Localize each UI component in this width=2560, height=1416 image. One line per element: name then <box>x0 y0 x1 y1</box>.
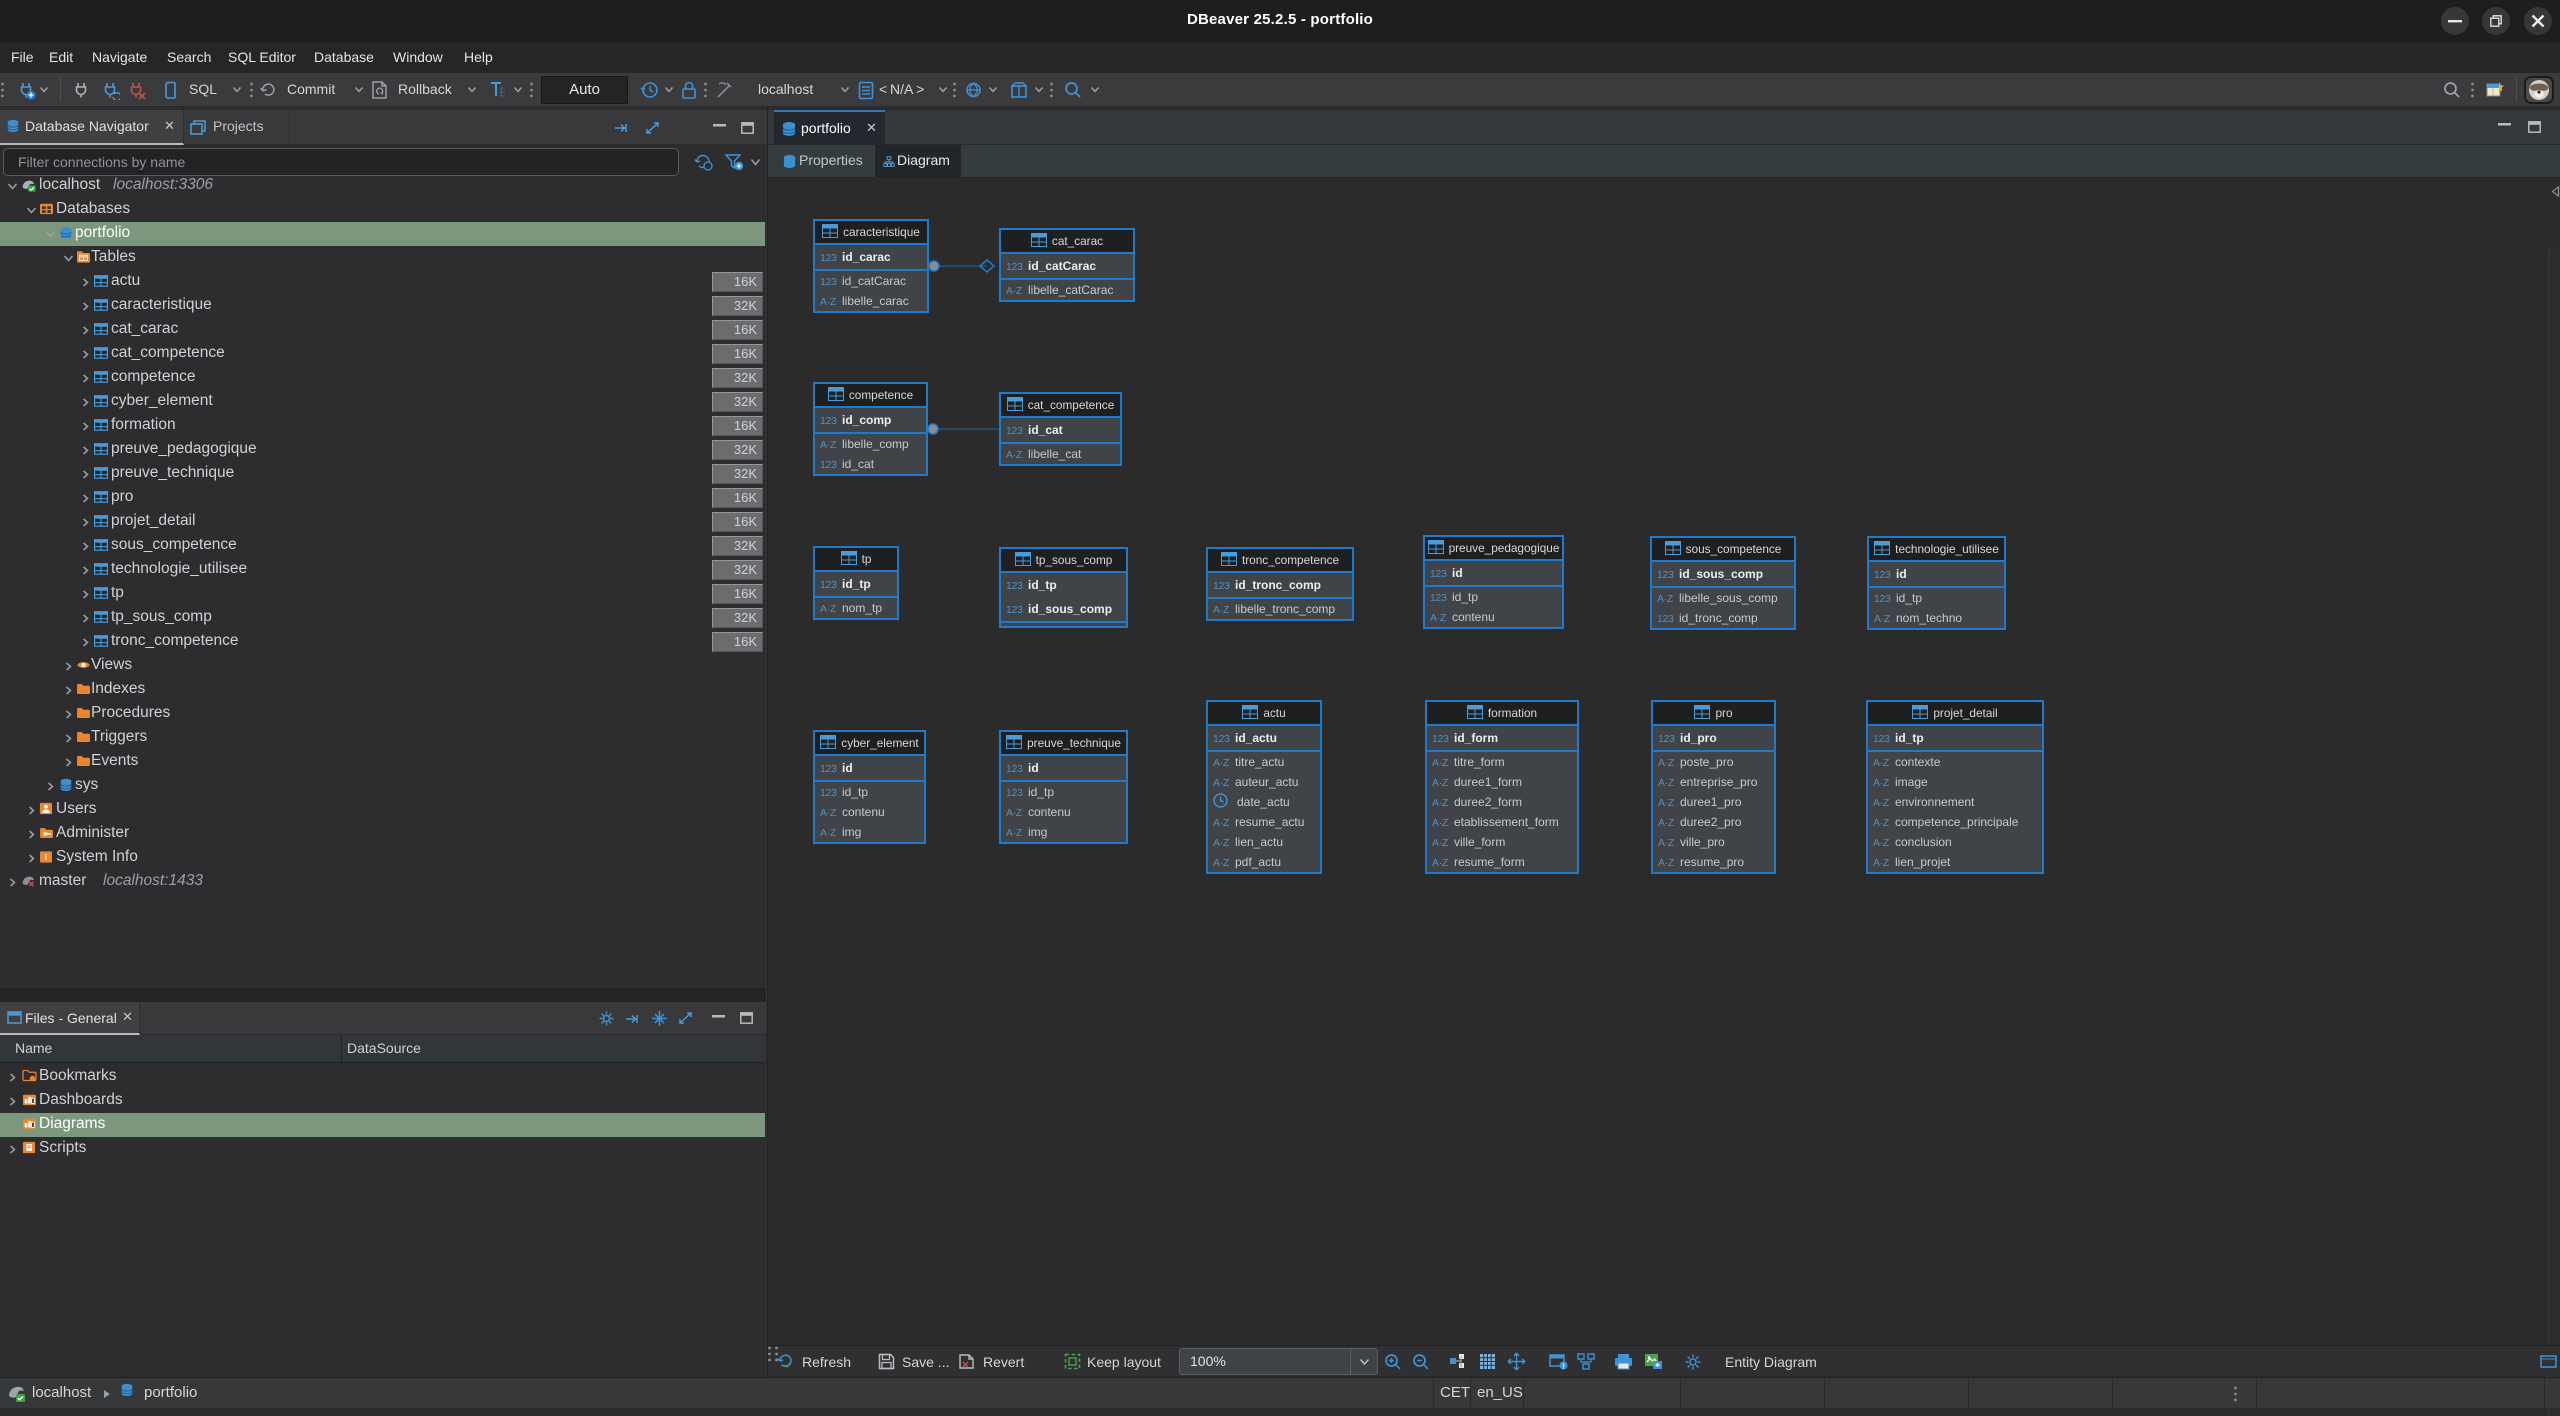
svg-text:!: ! <box>1562 1361 1565 1370</box>
svg-text:i: i <box>45 852 47 862</box>
